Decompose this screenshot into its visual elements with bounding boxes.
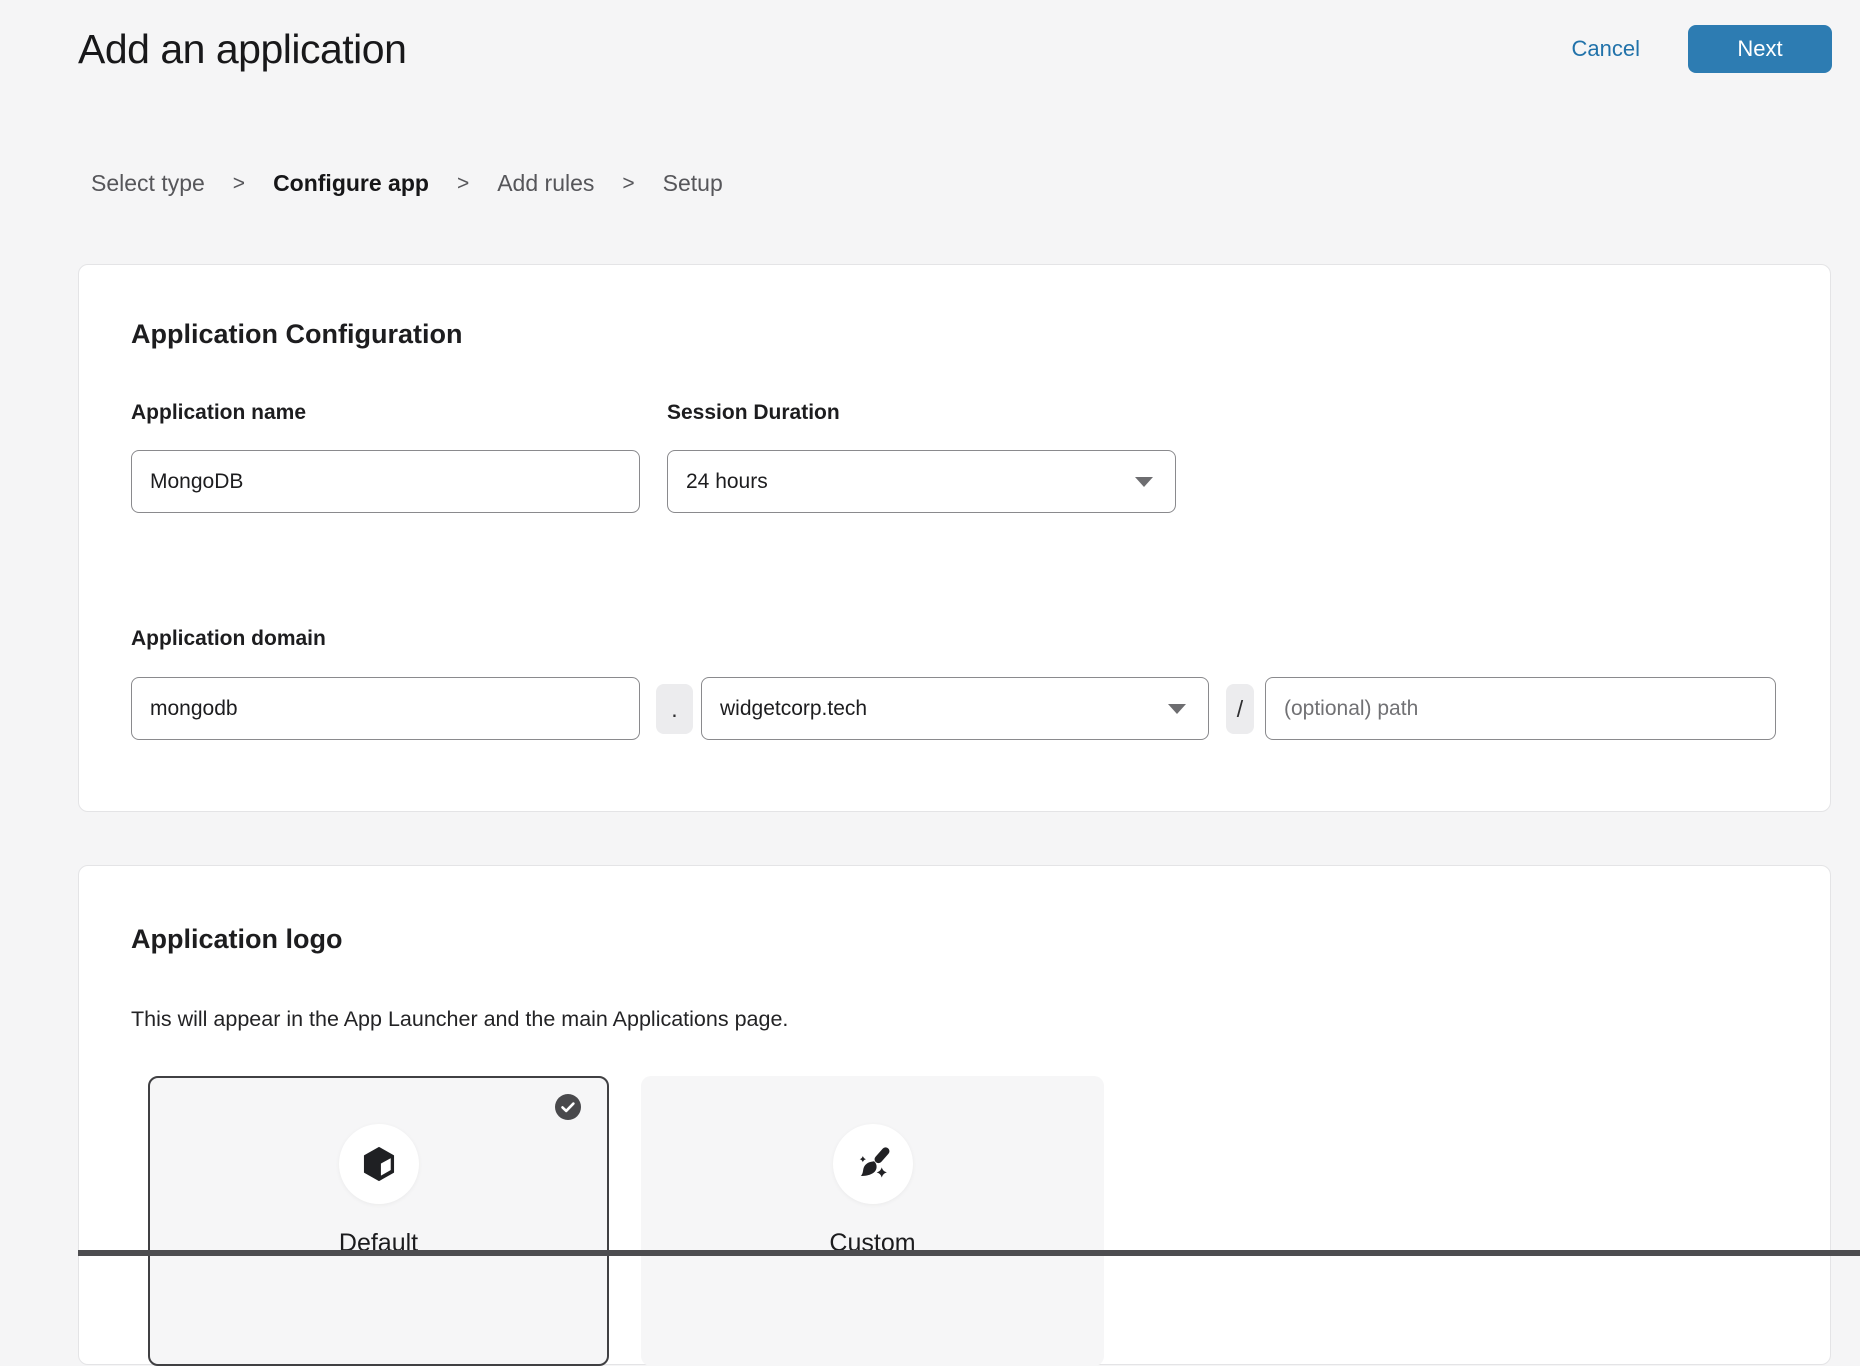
path-input[interactable]	[1265, 677, 1776, 740]
session-duration-label: Session Duration	[667, 401, 840, 425]
logo-card-description: This will appear in the App Launcher and…	[131, 1007, 788, 1032]
breadcrumb-step-select-type[interactable]: Select type	[91, 170, 205, 197]
caret-down-icon	[1135, 477, 1153, 487]
domain-select[interactable]: widgetcorp.tech	[701, 677, 1209, 740]
cube-icon	[358, 1143, 400, 1185]
session-duration-select[interactable]: 24 hours	[667, 450, 1176, 513]
application-logo-card: Application logo This will appear in the…	[78, 865, 1831, 1365]
bottom-edge-bar	[78, 1250, 1860, 1256]
breadcrumb-step-add-rules[interactable]: Add rules	[497, 170, 594, 197]
page-title: Add an application	[78, 26, 406, 73]
subdomain-input[interactable]	[131, 677, 640, 740]
header-actions: Cancel Next	[1572, 25, 1832, 73]
application-configuration-card: Application Configuration Application na…	[78, 264, 1831, 812]
application-domain-label: Application domain	[131, 627, 326, 651]
breadcrumb-step-setup[interactable]: Setup	[663, 170, 723, 197]
caret-down-icon	[1168, 704, 1186, 714]
logo-option-default[interactable]: Default	[148, 1076, 609, 1366]
breadcrumb-separator-icon: >	[622, 172, 634, 196]
configuration-card-title: Application Configuration	[131, 319, 462, 350]
domain-dot-separator: .	[656, 684, 693, 734]
application-name-input[interactable]	[131, 450, 640, 513]
application-name-label: Application name	[131, 401, 306, 425]
logo-option-custom[interactable]: Custom	[641, 1076, 1104, 1366]
breadcrumb: Select type > Configure app > Add rules …	[91, 170, 723, 197]
domain-select-value: widgetcorp.tech	[720, 697, 867, 721]
session-duration-value: 24 hours	[686, 470, 768, 494]
domain-slash-separator: /	[1226, 684, 1254, 734]
custom-logo-preview	[833, 1124, 913, 1204]
logo-card-title: Application logo	[131, 924, 342, 955]
check-circle-icon	[555, 1094, 581, 1120]
breadcrumb-separator-icon: >	[233, 172, 245, 196]
default-logo-preview	[339, 1124, 419, 1204]
paintbrush-sparkles-icon	[852, 1143, 894, 1185]
cancel-button[interactable]: Cancel	[1572, 36, 1640, 62]
next-button[interactable]: Next	[1688, 25, 1832, 73]
breadcrumb-separator-icon: >	[457, 172, 469, 196]
breadcrumb-step-configure-app[interactable]: Configure app	[273, 170, 429, 197]
